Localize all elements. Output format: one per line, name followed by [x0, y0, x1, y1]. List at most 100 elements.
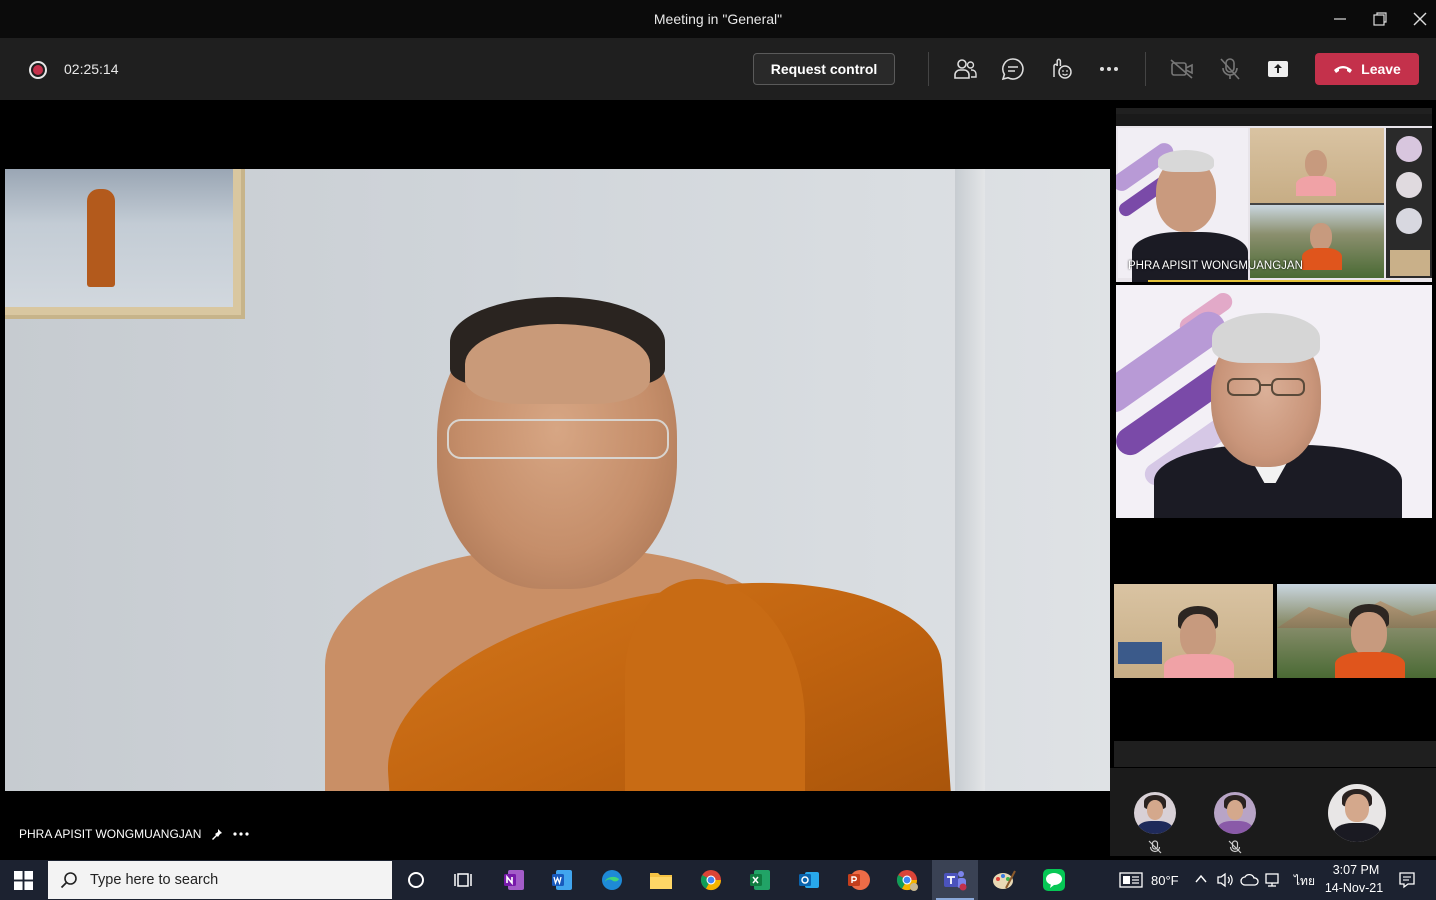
- excel-taskbar-button[interactable]: [746, 866, 774, 894]
- chat-icon: [1001, 58, 1024, 81]
- windows-taskbar: Type here to search 80°F ไทย 3:07 PM 14-…: [0, 860, 1436, 900]
- shared-screen-tile[interactable]: PHRA APISIT WONGMUANGJAN: [1116, 108, 1432, 282]
- audience-avatar[interactable]: [1134, 792, 1176, 834]
- weather-temperature[interactable]: 80°F: [1151, 873, 1179, 888]
- shared-screen-main-video: [1116, 128, 1248, 282]
- task-view-button[interactable]: [450, 866, 478, 894]
- restore-icon: [1373, 12, 1387, 26]
- toolbar-divider: [928, 52, 929, 86]
- search-icon: [60, 872, 77, 889]
- phone-hangup-icon: [1334, 66, 1353, 73]
- clock-date[interactable]: 14-Nov-21: [1323, 881, 1385, 895]
- line-icon: [1043, 869, 1065, 891]
- main-participant-label: PHRA APISIT WONGMUANGJAN: [19, 827, 250, 841]
- chevron-up-icon[interactable]: [1195, 874, 1207, 884]
- powerpoint-taskbar-button[interactable]: [844, 866, 872, 894]
- title-bar: Meeting in "General": [0, 0, 1436, 38]
- file-explorer-taskbar-button[interactable]: [647, 866, 675, 894]
- paint-icon: [993, 870, 1016, 889]
- shared-screen-name-label: PHRA APISIT WONGMUANGJAN: [1128, 260, 1303, 272]
- cortana-icon: [408, 872, 424, 888]
- word-taskbar-button[interactable]: [548, 866, 576, 894]
- pin-icon[interactable]: [211, 828, 223, 840]
- participant-tile[interactable]: [1277, 584, 1436, 678]
- shared-screen-indicator: [1148, 280, 1400, 282]
- recording-indicator-icon: [29, 61, 47, 79]
- chrome-profile-taskbar-button[interactable]: [893, 866, 921, 894]
- windows-start-icon[interactable]: [14, 871, 33, 890]
- toolbar-divider: [1145, 52, 1146, 86]
- taskbar-search-box[interactable]: Type here to search: [48, 861, 392, 899]
- shared-screen-audience-strip: [1386, 128, 1432, 278]
- window-title: Meeting in "General": [653, 11, 783, 27]
- background-object: [1118, 642, 1162, 664]
- leave-label: Leave: [1361, 61, 1401, 77]
- shared-screen-toolbar: [1116, 114, 1432, 126]
- powerpoint-icon: [848, 870, 870, 890]
- meeting-timer: 02:25:14: [64, 61, 119, 77]
- audience-avatar[interactable]: [1328, 784, 1386, 842]
- participant-rail: PHRA APISIT WONGMUANGJAN: [1110, 104, 1436, 856]
- participant-forehead: [465, 324, 650, 404]
- reactions-icon: [1053, 58, 1072, 79]
- maximize-button[interactable]: [1360, 4, 1400, 34]
- mic-off-icon: [1148, 840, 1162, 854]
- chrome-icon: [700, 870, 722, 891]
- audience-strip: [1110, 768, 1436, 856]
- main-stage: PHRA APISIT WONGMUANGJAN: [5, 104, 1110, 856]
- teams-icon: [944, 871, 967, 891]
- task-view-icon: [454, 873, 472, 887]
- clock-time[interactable]: 3:07 PM: [1325, 863, 1387, 877]
- participant-glasses: [447, 419, 669, 459]
- notifications-icon[interactable]: [1398, 871, 1416, 889]
- participants-button[interactable]: [949, 53, 981, 85]
- camera-off-icon: [1170, 59, 1193, 79]
- speaker-glasses: [1227, 378, 1305, 396]
- more-options-icon[interactable]: [233, 832, 250, 836]
- paint-taskbar-button[interactable]: [990, 866, 1018, 894]
- speaker-video-tile[interactable]: [1116, 285, 1432, 518]
- chrome-taskbar-button[interactable]: [697, 866, 725, 894]
- input-language[interactable]: ไทย: [1294, 872, 1315, 891]
- teams-taskbar-button[interactable]: [941, 866, 969, 894]
- more-actions-icon: [1100, 67, 1118, 71]
- mic-off-icon: [1228, 840, 1242, 854]
- outlook-taskbar-button[interactable]: [795, 866, 823, 894]
- main-participant-video[interactable]: [5, 169, 1110, 791]
- reactions-button[interactable]: [1045, 53, 1077, 85]
- share-tray-button[interactable]: [1262, 53, 1294, 85]
- mic-toggle-button[interactable]: [1214, 53, 1246, 85]
- minimize-icon: [1334, 18, 1346, 20]
- volume-icon[interactable]: [1216, 872, 1234, 888]
- onedrive-icon[interactable]: [1240, 872, 1260, 888]
- wall-picture: [5, 169, 233, 307]
- background-door: [955, 169, 985, 791]
- minimize-button[interactable]: [1320, 4, 1360, 34]
- camera-toggle-button[interactable]: [1166, 53, 1198, 85]
- participant-tile[interactable]: [1114, 584, 1273, 678]
- edge-taskbar-button[interactable]: [598, 866, 626, 894]
- close-button[interactable]: [1400, 4, 1436, 34]
- line-taskbar-button[interactable]: [1040, 866, 1068, 894]
- cortana-button[interactable]: [402, 866, 430, 894]
- onenote-icon: [504, 870, 524, 890]
- word-icon: [552, 870, 572, 890]
- participant-face: [1180, 614, 1216, 658]
- chrome-profile-icon: [896, 870, 918, 891]
- search-placeholder: Type here to search: [90, 872, 219, 888]
- audience-avatar[interactable]: [1214, 792, 1256, 834]
- participants-icon: [954, 59, 977, 79]
- main-participant-name: PHRA APISIT WONGMUANGJAN: [19, 827, 202, 841]
- chat-button[interactable]: [997, 53, 1029, 85]
- mic-off-icon: [1220, 58, 1240, 80]
- excel-icon: [750, 870, 770, 890]
- meeting-controls-bar: 02:25:14 Request control Leave: [0, 38, 1436, 100]
- more-actions-button[interactable]: [1093, 53, 1125, 85]
- file-explorer-icon: [650, 873, 672, 889]
- wall-picture-figure: [87, 189, 115, 287]
- news-widget-icon[interactable]: [1119, 872, 1143, 888]
- onenote-taskbar-button[interactable]: [500, 866, 528, 894]
- leave-button[interactable]: Leave: [1315, 53, 1419, 85]
- network-icon[interactable]: [1265, 872, 1283, 888]
- request-control-button[interactable]: Request control: [753, 53, 895, 85]
